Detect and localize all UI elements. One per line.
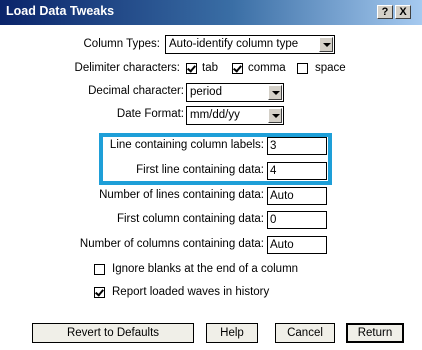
column-types-value: Auto-identify column type [169,38,299,50]
date-format-label: Date Format: [116,108,184,120]
space-label: space [315,62,346,74]
date-format-value: mm/dd/yy [190,109,240,121]
help-button[interactable]: Help [206,323,258,343]
highlight-box [99,133,332,185]
decimal-value: period [190,86,222,98]
column-types-label: Column Types: [83,38,161,50]
return-button[interactable]: Return [346,323,404,343]
dialog-body: Column Types: Auto-identify column type … [0,25,422,350]
comma-label: comma [248,62,286,74]
report-waves-checkbox[interactable] [94,287,105,298]
column-types-select[interactable]: Auto-identify column type [165,35,335,54]
close-title-button[interactable]: X [395,5,411,19]
num-cols-label: Number of columns containing data: [79,238,264,250]
num-lines-input[interactable]: Auto [267,187,327,205]
dialog-title: Load Data Tweaks [6,4,115,18]
report-waves-label: Report loaded waves in history [112,286,270,298]
num-cols-input[interactable]: Auto [267,236,327,254]
load-data-tweaks-dialog: Load Data Tweaks ? X Column Types: Auto-… [0,0,422,350]
title-bar[interactable]: Load Data Tweaks ? X [0,0,422,25]
first-col-label: First column containing data: [116,213,264,225]
tab-label: tab [202,62,218,74]
space-checkbox[interactable] [297,63,308,74]
cancel-button[interactable]: Cancel [275,323,335,343]
decimal-label: Decimal character: [88,85,184,97]
first-col-input[interactable]: 0 [267,211,327,229]
chevron-down-icon[interactable] [268,85,282,100]
date-format-select[interactable]: mm/dd/yy [186,106,284,125]
tab-checkbox[interactable] [186,63,197,74]
chevron-down-icon[interactable] [268,108,282,123]
chevron-down-icon[interactable] [319,37,333,52]
help-title-button[interactable]: ? [377,5,393,19]
num-lines-label: Number of lines containing data: [99,189,264,201]
comma-checkbox[interactable] [232,63,243,74]
revert-defaults-button[interactable]: Revert to Defaults [32,323,194,343]
ignore-blanks-checkbox[interactable] [94,264,105,275]
decimal-select[interactable]: period [186,83,284,102]
delimiter-label: Delimiter characters: [74,62,180,74]
ignore-blanks-label: Ignore blanks at the end of a column [112,263,299,275]
